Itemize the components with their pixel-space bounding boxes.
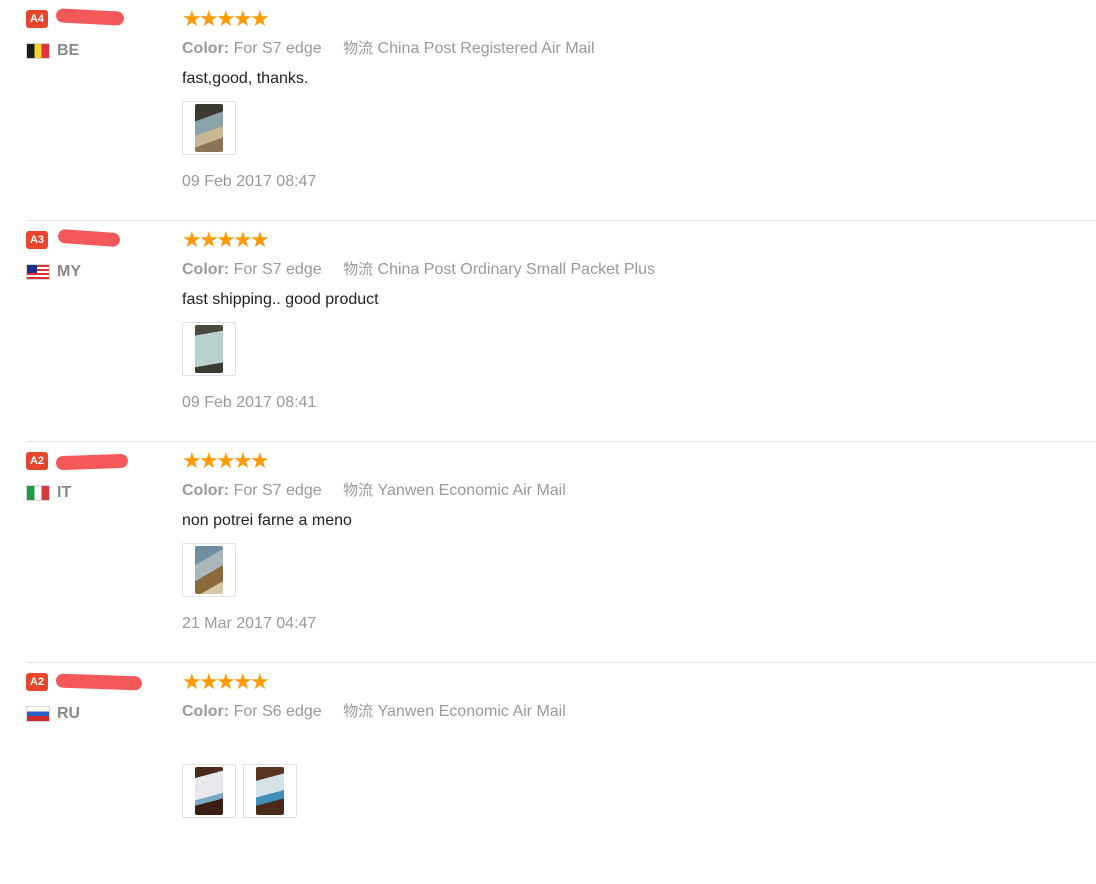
photo-image xyxy=(195,104,223,152)
color-value: For S7 edge xyxy=(233,261,322,278)
logistics-label: 物流 xyxy=(343,260,374,278)
logistics-value: Yanwen Economic Air Mail xyxy=(377,482,566,499)
logistics-value: China Post Ordinary Small Packet Plus xyxy=(377,261,655,278)
italy-flag-icon xyxy=(26,485,50,501)
review-date: 09 Feb 2017 08:41 xyxy=(182,394,317,411)
review-content: ★★★★★ Color: For S7 edge 物流 Yanwen Econo… xyxy=(182,450,1062,634)
country-code: BE xyxy=(57,42,80,59)
review-photos xyxy=(182,543,1062,597)
color-value: For S6 edge xyxy=(233,703,322,720)
photo-image xyxy=(195,325,223,373)
star-icon: ★ xyxy=(233,227,253,252)
star-icon: ★ xyxy=(199,448,219,473)
star-icon: ★ xyxy=(199,669,219,694)
review-photos xyxy=(182,322,1062,376)
russia-flag-icon xyxy=(26,706,50,722)
star-icon: ★ xyxy=(182,669,202,694)
star-icon: ★ xyxy=(250,6,270,31)
star-icon: ★ xyxy=(233,448,253,473)
star-rating: ★★★★★ xyxy=(182,450,1062,472)
star-icon: ★ xyxy=(233,669,253,694)
redacted-username xyxy=(55,673,143,691)
redacted-username xyxy=(55,453,129,471)
review-item: A2 RU ★★★★★ Color: For S6 edge 物流 Yanwen… xyxy=(0,663,1096,884)
photo-image xyxy=(195,767,223,815)
review-date: 09 Feb 2017 08:47 xyxy=(182,173,317,190)
star-rating: ★★★★★ xyxy=(182,671,1062,693)
star-rating: ★★★★★ xyxy=(182,229,1062,251)
review-photos xyxy=(182,764,1062,818)
star-icon: ★ xyxy=(182,227,202,252)
review-text: fast shipping.. good product xyxy=(182,291,379,308)
malaysia-flag-icon xyxy=(26,264,50,280)
reviewer-info: A2 IT xyxy=(26,452,166,503)
star-icon: ★ xyxy=(182,6,202,31)
star-icon: ★ xyxy=(216,448,236,473)
review-photo-thumbnail[interactable] xyxy=(182,322,236,376)
buyer-level-badge: A4 xyxy=(26,10,48,28)
redacted-username xyxy=(57,228,121,248)
color-label: Color: xyxy=(182,40,230,57)
review-text xyxy=(182,731,1062,753)
order-meta: Color: For S7 edge 物流 China Post Ordinar… xyxy=(182,259,1062,279)
star-icon: ★ xyxy=(250,448,270,473)
reviewer-info: A4 BE xyxy=(26,8,166,61)
star-icon: ★ xyxy=(216,6,236,31)
star-icon: ★ xyxy=(182,448,202,473)
country-code: MY xyxy=(57,263,81,280)
star-icon: ★ xyxy=(233,6,253,31)
redacted-username xyxy=(55,8,125,26)
review-item: A3 MY ★★★★★ Color: For S7 edge 物流 China … xyxy=(0,221,1096,442)
color-label: Color: xyxy=(182,482,230,499)
review-photo-thumbnail[interactable] xyxy=(243,764,297,818)
order-meta: Color: For S6 edge 物流 Yanwen Economic Ai… xyxy=(182,701,1062,721)
reviewer-info: A3 MY xyxy=(26,228,166,282)
star-icon: ★ xyxy=(199,227,219,252)
buyer-level-badge: A2 xyxy=(26,673,48,691)
review-item: A2 IT ★★★★★ Color: For S7 edge 物流 Yanwen… xyxy=(0,442,1096,663)
color-value: For S7 edge xyxy=(233,40,322,57)
review-item: A4 BE ★★★★★ Color: For S7 edge 物流 China … xyxy=(0,0,1096,221)
photo-image xyxy=(195,546,223,594)
logistics-value: China Post Registered Air Mail xyxy=(377,40,595,57)
color-label: Color: xyxy=(182,703,230,720)
review-text: fast,good, thanks. xyxy=(182,70,309,87)
review-photos xyxy=(182,101,1062,155)
review-content: ★★★★★ Color: For S7 edge 物流 China Post R… xyxy=(182,8,1062,192)
star-icon: ★ xyxy=(250,669,270,694)
country-code: RU xyxy=(57,705,81,722)
color-value: For S7 edge xyxy=(233,482,322,499)
color-label: Color: xyxy=(182,261,230,278)
belgium-flag-icon xyxy=(26,43,50,59)
review-content: ★★★★★ Color: For S7 edge 物流 China Post O… xyxy=(182,229,1062,413)
review-photo-thumbnail[interactable] xyxy=(182,764,236,818)
photo-image xyxy=(256,767,284,815)
review-photo-thumbnail[interactable] xyxy=(182,543,236,597)
order-meta: Color: For S7 edge 物流 Yanwen Economic Ai… xyxy=(182,480,1062,500)
logistics-label: 物流 xyxy=(343,39,374,57)
logistics-label: 物流 xyxy=(343,481,374,499)
star-icon: ★ xyxy=(216,227,236,252)
review-date: 21 Mar 2017 04:47 xyxy=(182,615,317,632)
star-icon: ★ xyxy=(216,669,236,694)
review-photo-thumbnail[interactable] xyxy=(182,101,236,155)
buyer-level-badge: A2 xyxy=(26,452,48,470)
buyer-level-badge: A3 xyxy=(26,231,48,249)
logistics-label: 物流 xyxy=(343,702,374,720)
reviewer-info: A2 RU xyxy=(26,673,166,724)
logistics-value: Yanwen Economic Air Mail xyxy=(377,703,566,720)
review-text: non potrei farne a meno xyxy=(182,512,352,529)
country-code: IT xyxy=(57,484,72,501)
review-content: ★★★★★ Color: For S6 edge 物流 Yanwen Econo… xyxy=(182,671,1062,818)
star-icon: ★ xyxy=(199,6,219,31)
order-meta: Color: For S7 edge 物流 China Post Registe… xyxy=(182,38,1062,58)
star-icon: ★ xyxy=(250,227,270,252)
star-rating: ★★★★★ xyxy=(182,8,1062,30)
